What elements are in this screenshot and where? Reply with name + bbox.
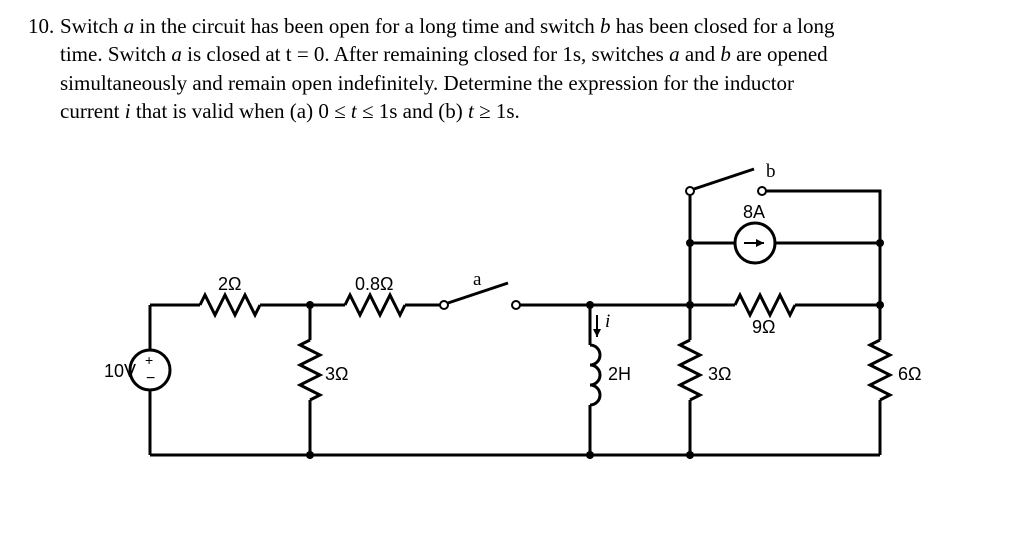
problem-statement: 10.Switch a in the circuit has been open… bbox=[0, 0, 1024, 125]
circuit-svg: + − 10V 2Ω 3Ω 0.8Ω a 2H i 3Ω b 8A 9Ω 6Ω bbox=[110, 165, 910, 495]
svg-text:+: + bbox=[145, 352, 153, 368]
inductor-label: 2H bbox=[608, 364, 631, 384]
resistor-3ohm-left-icon bbox=[300, 340, 320, 400]
resistor-3ohm-right-icon bbox=[680, 340, 700, 400]
current-source-label: 8A bbox=[743, 202, 765, 222]
switch-a-terminal bbox=[440, 301, 448, 309]
circuit-diagram: + − 10V 2Ω 3Ω 0.8Ω a 2H i 3Ω b 8A 9Ω 6Ω bbox=[110, 165, 910, 495]
resistor-9ohm-icon bbox=[735, 295, 795, 315]
current-i-label: i bbox=[605, 311, 610, 332]
switch-b-label: b bbox=[766, 161, 776, 182]
resistor-08ohm-icon bbox=[345, 295, 405, 315]
voltage-source-label: 10V bbox=[104, 361, 136, 381]
resistor-2ohm-label: 2Ω bbox=[218, 274, 241, 294]
resistor-3ohm-left-label: 3Ω bbox=[325, 364, 348, 384]
problem-number: 10. bbox=[28, 12, 60, 40]
resistor-9ohm-label: 9Ω bbox=[752, 317, 775, 337]
svg-text:−: − bbox=[146, 370, 155, 387]
resistor-08ohm-label: 0.8Ω bbox=[355, 274, 393, 294]
inductor-icon bbox=[590, 345, 600, 405]
resistor-2ohm-icon bbox=[200, 295, 260, 315]
switch-a-label: a bbox=[473, 269, 482, 290]
resistor-6ohm-icon bbox=[870, 340, 890, 400]
switch-b-icon bbox=[694, 169, 754, 189]
resistor-6ohm-label: 6Ω bbox=[898, 364, 921, 384]
resistor-3ohm-right-label: 3Ω bbox=[708, 364, 731, 384]
switch-b-terminal bbox=[686, 187, 694, 195]
